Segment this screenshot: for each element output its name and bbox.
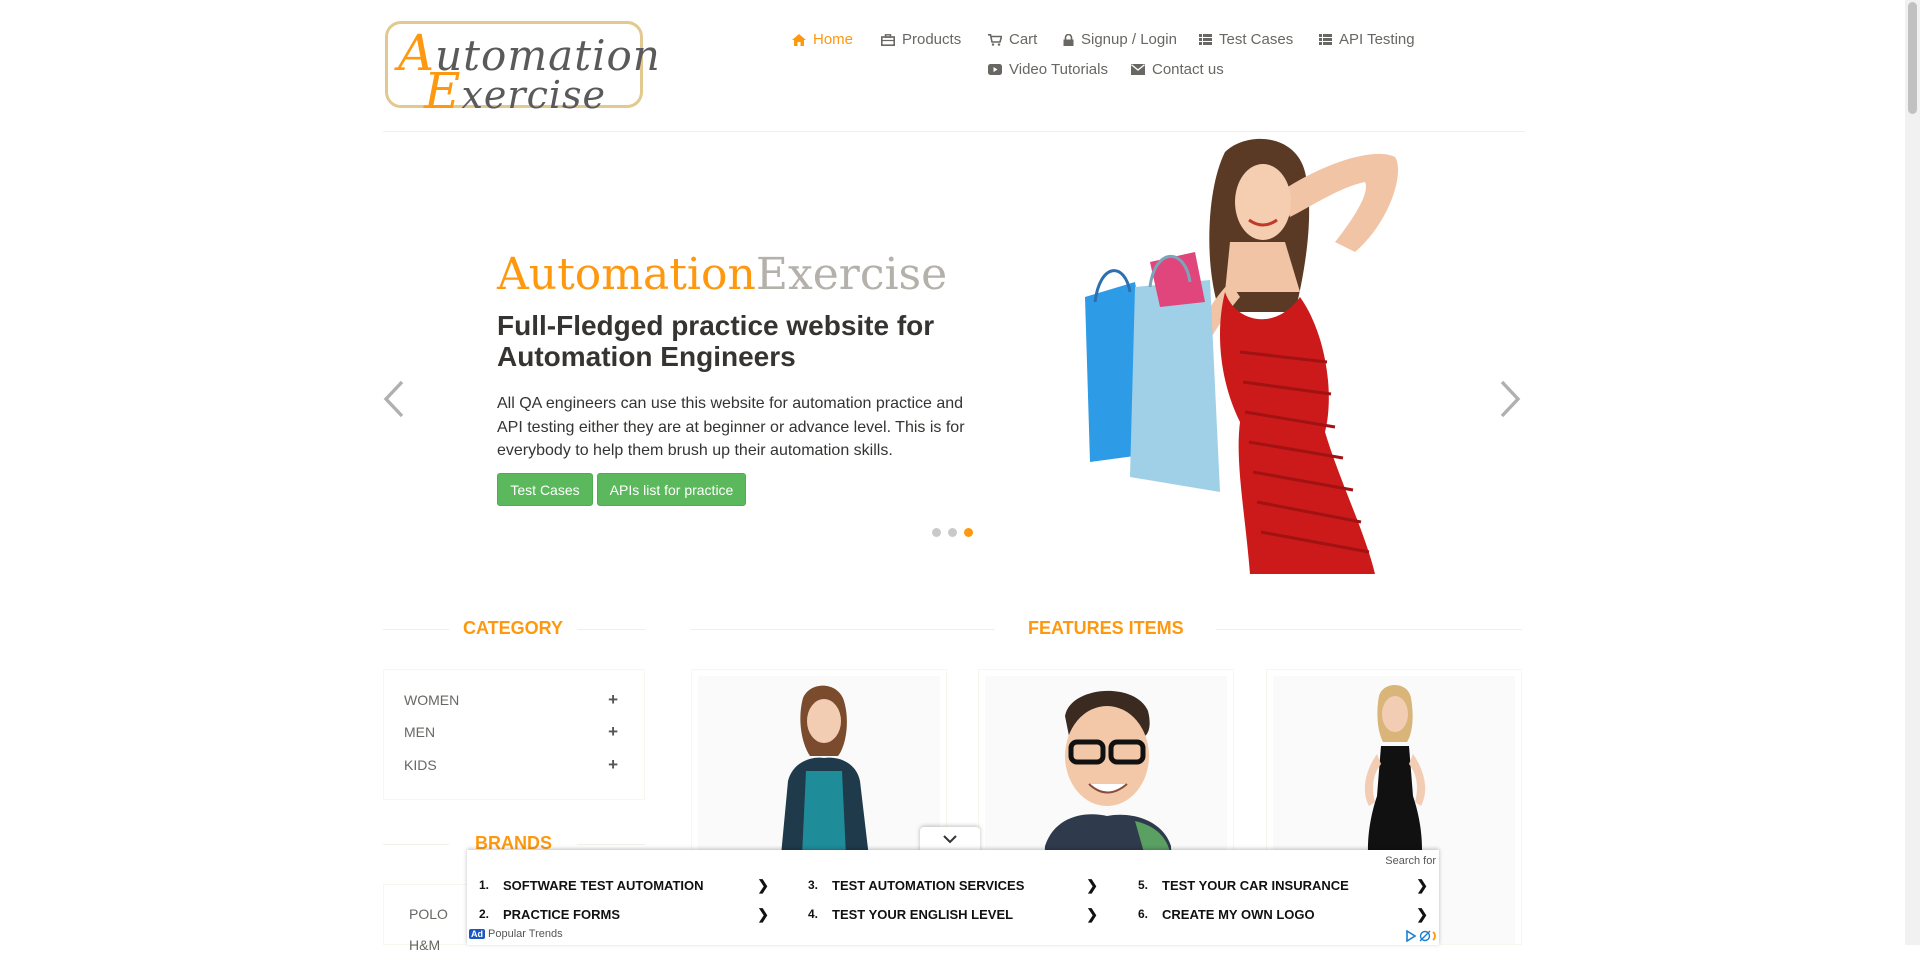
category-panel: WOMEN + MEN + KIDS + <box>383 669 645 800</box>
lock-icon <box>1063 33 1074 46</box>
ad-link[interactable]: 5. TEST YOUR CAR INSURANCE ❯ <box>1138 874 1428 896</box>
nav-cart[interactable]: Cart <box>988 31 1037 48</box>
cart-icon <box>988 33 1002 46</box>
slider-hero-image <box>1035 132 1490 574</box>
slider-brand-automation: Automation <box>497 249 756 300</box>
adchoices-icon[interactable] <box>1405 929 1437 947</box>
nav-products[interactable]: Products <box>881 31 961 48</box>
chevron-right-icon <box>1500 380 1521 418</box>
slider-description: All QA engineers can use this website fo… <box>497 395 965 459</box>
slider-brand-title: AutomationExercise <box>497 253 947 297</box>
nav-test-cases-label: Test Cases <box>1219 31 1294 48</box>
plus-icon[interactable]: + <box>608 755 618 775</box>
nav-video-tutorials-label: Video Tutorials <box>1009 61 1108 78</box>
ad-link-text: SOFTWARE TEST AUTOMATION <box>503 877 704 893</box>
carousel-indicator[interactable] <box>932 528 941 537</box>
category-item-kids[interactable]: KIDS + <box>404 755 618 775</box>
nav-home-label: Home <box>813 31 854 48</box>
carousel-indicator-active[interactable] <box>964 528 973 537</box>
category-item-women[interactable]: WOMEN + <box>404 690 618 710</box>
ad-link-text: TEST YOUR CAR INSURANCE <box>1162 877 1349 893</box>
category-label-women: WOMEN <box>404 692 460 708</box>
slider-heading: Full-Fledged practice website for Automa… <box>497 310 935 372</box>
ad-link-text: PRACTICE FORMS <box>503 906 620 922</box>
ad-link[interactable]: 1. SOFTWARE TEST AUTOMATION ❯ <box>479 874 769 896</box>
carousel-next-button[interactable] <box>1498 380 1522 423</box>
chevron-right-icon: ❯ <box>1086 905 1098 922</box>
ad-link-number: 2. <box>479 907 490 921</box>
nav-home[interactable]: Home <box>792 31 853 48</box>
slider-brand-exercise: Exercise <box>755 249 948 300</box>
nav-test-cases[interactable]: Test Cases <box>1199 31 1293 48</box>
scrollbar-thumb[interactable] <box>1908 2 1917 114</box>
brands-title-line-right <box>577 844 645 845</box>
ad-link-number: 4. <box>808 907 819 921</box>
plus-icon[interactable]: + <box>608 690 618 710</box>
page-scrollbar[interactable] <box>1905 0 1920 945</box>
test-cases-button[interactable]: Test Cases <box>497 473 593 506</box>
ad-link-text: TEST AUTOMATION SERVICES <box>832 877 1025 893</box>
youtube-play-icon <box>988 64 1002 75</box>
ad-link-text: TEST YOUR ENGLISH LEVEL <box>832 906 1014 922</box>
category-title-line-right <box>577 629 645 630</box>
ad-footer-text: Popular Trends <box>488 928 563 940</box>
site-logo[interactable]: Automation Exercise <box>385 21 660 116</box>
ad-link-text: CREATE MY OWN LOGO <box>1162 906 1315 922</box>
logo-letter-e: E <box>424 62 462 120</box>
nav-video-tutorials[interactable]: Video Tutorials <box>988 61 1108 78</box>
chevron-right-icon: ❯ <box>757 876 769 893</box>
chevron-down-icon <box>943 835 957 844</box>
ad-link[interactable]: 4. TEST YOUR ENGLISH LEVEL ❯ <box>808 903 1098 925</box>
nav-contact-us-label: Contact us <box>1152 61 1224 78</box>
ad-banner: Search for 1. SOFTWARE TEST AUTOMATION ❯… <box>467 850 1439 945</box>
ad-link[interactable]: 2. PRACTICE FORMS ❯ <box>479 903 769 925</box>
girl-with-shopping-bags-illustration <box>1085 138 1399 574</box>
category-label-men: MEN <box>404 724 436 740</box>
nav-signup-login-label: Signup / Login <box>1081 31 1177 48</box>
chevron-right-icon: ❯ <box>1416 905 1428 922</box>
carousel-indicator[interactable] <box>948 528 957 537</box>
features-title-line-right <box>1216 629 1522 630</box>
category-title-line-left <box>383 629 449 630</box>
brands-title-line-left <box>383 844 449 845</box>
category-label-kids: KIDS <box>404 757 437 773</box>
home-icon <box>792 33 806 46</box>
ad-link-number: 3. <box>808 878 819 892</box>
nav-signup-login[interactable]: Signup / Login <box>1063 31 1177 48</box>
chevron-left-icon <box>383 380 404 418</box>
category-item-men[interactable]: MEN + <box>404 722 618 742</box>
nav-products-label: Products <box>902 31 962 48</box>
logo-text-exercise: xercise <box>461 73 607 117</box>
apis-list-button[interactable]: APIs list for practice <box>597 473 746 506</box>
brand-item-polo[interactable]: POLO <box>409 906 448 922</box>
ad-link[interactable]: 3. TEST AUTOMATION SERVICES ❯ <box>808 874 1098 896</box>
ad-link[interactable]: 6. CREATE MY OWN LOGO ❯ <box>1138 903 1428 925</box>
list-icon <box>1319 34 1332 45</box>
plus-icon[interactable]: + <box>608 722 618 742</box>
ad-badge: Ad <box>469 929 485 939</box>
chevron-right-icon: ❯ <box>757 905 769 922</box>
chevron-right-icon: ❯ <box>1086 876 1098 893</box>
nav-api-testing-label: API Testing <box>1339 31 1415 48</box>
nav-api-testing[interactable]: API Testing <box>1319 31 1415 48</box>
nav-contact-us[interactable]: Contact us <box>1131 61 1224 78</box>
ad-link-number: 6. <box>1138 907 1149 921</box>
briefcase-icon <box>881 33 895 46</box>
carousel-indicators <box>932 528 973 537</box>
features-title-line-left <box>691 629 995 630</box>
ad-collapse-button[interactable] <box>920 827 980 852</box>
ad-link-number: 1. <box>479 878 490 892</box>
chevron-right-icon: ❯ <box>1416 876 1428 893</box>
features-title: FEATURES ITEMS <box>1028 618 1184 638</box>
ad-search-label: Search for <box>1385 855 1436 867</box>
ad-footer: Ad Popular Trends <box>469 928 563 940</box>
ad-link-number: 5. <box>1138 878 1149 892</box>
list-icon <box>1199 34 1212 45</box>
category-title: CATEGORY <box>463 618 564 638</box>
brand-item-hm[interactable]: H&M <box>409 937 440 953</box>
carousel-prev-button[interactable] <box>382 380 406 423</box>
envelope-icon <box>1131 64 1145 75</box>
nav-cart-label: Cart <box>1009 31 1038 48</box>
